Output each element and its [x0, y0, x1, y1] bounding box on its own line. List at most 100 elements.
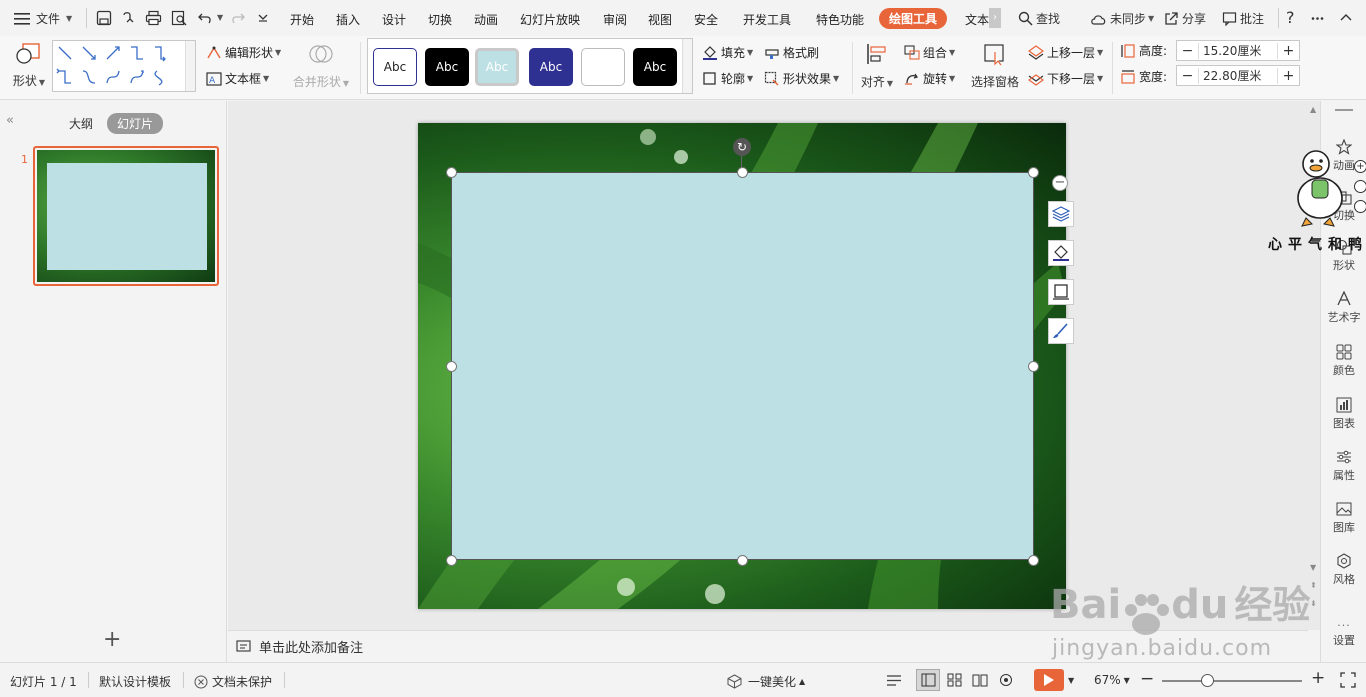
customize-toolbar-icon[interactable] — [258, 13, 268, 23]
rp-wordart[interactable]: 艺术字 — [1321, 291, 1366, 325]
format-brush-button[interactable]: 格式刷 — [764, 44, 819, 61]
fit-window-icon[interactable] — [1340, 672, 1356, 688]
mascot-float-icon[interactable] — [1354, 200, 1366, 213]
gallery-scroll[interactable] — [682, 39, 692, 93]
style-swatch-black[interactable]: Abc — [425, 48, 469, 86]
edit-shape-button[interactable]: 编辑形状 ▼ — [206, 44, 281, 61]
next-page-icon[interactable]: ⇟ — [1310, 599, 1317, 608]
collapse-ribbon-icon[interactable] — [1340, 12, 1352, 24]
width-value[interactable]: 22.80厘米 — [1199, 67, 1277, 84]
format-brush-float-button[interactable] — [1048, 318, 1074, 344]
bring-forward-button[interactable]: 上移一层 ▼ — [1028, 44, 1103, 61]
tab-view[interactable]: 视图 — [648, 11, 672, 28]
plus-icon[interactable]: + — [1277, 42, 1299, 59]
shape-button[interactable]: 形状 ▼ — [12, 42, 46, 89]
print-preview-icon[interactable] — [171, 10, 188, 26]
beautify-button[interactable]: 一键美化 ▲ — [727, 673, 805, 690]
collapse-panel-icon[interactable]: « — [6, 113, 14, 128]
tab-security[interactable]: 安全 — [694, 11, 718, 28]
zoom-out-icon[interactable]: − — [1140, 669, 1154, 689]
outline-button[interactable]: 轮廓 ▼ — [702, 70, 753, 87]
height-stepper[interactable]: − 15.20厘米 + — [1176, 40, 1300, 61]
play-slideshow-button[interactable] — [1034, 669, 1064, 691]
resize-handle-bottom[interactable] — [737, 555, 748, 566]
rp-settings[interactable]: ··· 设置 — [1321, 619, 1366, 648]
share-button[interactable]: 分享 — [1164, 10, 1206, 27]
tab-insert[interactable]: 插入 — [336, 11, 360, 28]
width-stepper[interactable]: − 22.80厘米 + — [1176, 65, 1300, 86]
save-icon[interactable] — [96, 10, 112, 26]
resize-handle-right[interactable] — [1028, 361, 1039, 372]
tab-slideshow[interactable]: 幻灯片放映 — [520, 11, 580, 28]
style-swatch-light-blue-selected[interactable]: Abc — [475, 48, 519, 86]
shape-gallery[interactable] — [52, 40, 196, 92]
protect-status[interactable]: 文档未保护 — [194, 673, 272, 690]
notes-placeholder[interactable]: 单击此处添加备注 — [259, 637, 363, 656]
add-slide-icon[interactable]: + — [103, 629, 121, 651]
tab-text[interactable]: 文本 — [965, 11, 989, 28]
slide-sorter-icon[interactable] — [947, 673, 962, 687]
redo-icon[interactable] — [230, 10, 246, 26]
zoom-slider-thumb[interactable] — [1201, 674, 1214, 687]
slide-thumbnail[interactable] — [33, 146, 219, 286]
tab-slides[interactable]: 幻灯片 — [107, 113, 164, 134]
shape-effect-button[interactable]: 形状效果 ▼ — [764, 70, 839, 87]
rp-gallery[interactable]: 图库 — [1321, 501, 1366, 535]
rp-color[interactable]: 颜色 — [1321, 344, 1366, 378]
textbox-button[interactable]: A 文本框 ▼ — [206, 70, 269, 87]
align-button[interactable]: 对齐 ▼ — [860, 42, 894, 90]
scroll-up-icon[interactable]: ▲ — [1310, 105, 1316, 114]
presenter-view-icon[interactable] — [998, 673, 1014, 687]
resize-handle-bottom-right[interactable] — [1028, 555, 1039, 566]
fill-button[interactable]: 填充 ▼ — [702, 44, 753, 61]
tab-transition[interactable]: 切换 — [428, 11, 452, 28]
sync-button[interactable]: 未同步 ▼ — [1090, 10, 1154, 27]
contrast-float-icon[interactable] — [1354, 180, 1366, 193]
zoom-in-icon[interactable]: + — [1311, 668, 1325, 688]
tab-review[interactable]: 审阅 — [603, 11, 627, 28]
style-swatch-outline-blue[interactable]: Abc — [373, 48, 417, 86]
tab-design[interactable]: 设计 — [382, 11, 406, 28]
fill-float-button[interactable] — [1048, 240, 1074, 266]
shape-style-gallery[interactable]: Abc Abc Abc Abc Abc — [367, 38, 693, 94]
slide-editing-canvas[interactable]: ↻ − — [228, 101, 1308, 630]
resize-handle-top-left[interactable] — [446, 167, 457, 178]
help-icon[interactable]: ? — [1286, 8, 1295, 27]
tab-special-features[interactable]: 特色功能 — [816, 11, 864, 28]
rotate-button[interactable]: 旋转 ▼ — [904, 70, 955, 87]
reading-view-icon[interactable] — [972, 673, 988, 687]
print-icon[interactable] — [145, 10, 162, 26]
minus-icon[interactable]: − — [1177, 67, 1199, 84]
scroll-down-icon[interactable]: ▼ — [1310, 563, 1316, 572]
tab-developer[interactable]: 开发工具 — [743, 11, 791, 28]
align-options-icon[interactable] — [886, 674, 902, 687]
comment-button[interactable]: 批注 — [1222, 10, 1264, 27]
normal-view-button[interactable] — [916, 669, 940, 691]
rotate-handle-icon[interactable]: ↻ — [733, 138, 751, 156]
merge-shape-button[interactable]: 合并形状 ▼ — [292, 42, 350, 90]
send-backward-button[interactable]: 下移一层 ▼ — [1028, 70, 1103, 87]
rp-style[interactable]: 风格 — [1321, 553, 1366, 587]
zoom-level[interactable]: 67% ▼ — [1094, 673, 1130, 687]
file-menu[interactable]: 文件 ▼ — [14, 10, 72, 27]
resize-handle-top[interactable] — [737, 167, 748, 178]
undo-icon[interactable] — [197, 10, 213, 26]
zoom-in-float-icon[interactable]: + — [1354, 160, 1366, 173]
drag-handle-icon[interactable] — [1335, 109, 1353, 111]
tab-home[interactable]: 开始 — [290, 11, 314, 28]
style-swatch-black-2[interactable]: Abc — [633, 48, 677, 86]
style-swatch-white[interactable] — [581, 48, 625, 86]
tab-drawing-tools[interactable]: 绘图工具 — [879, 8, 948, 29]
design-template[interactable]: 默认设计模板 — [99, 673, 171, 690]
outline-float-button[interactable] — [1048, 279, 1074, 305]
selection-pane-button[interactable]: 选择窗格 — [970, 42, 1020, 90]
gallery-scroll[interactable] — [185, 41, 195, 91]
height-value[interactable]: 15.20厘米 — [1199, 42, 1277, 59]
previous-page-icon[interactable]: ⇞ — [1310, 581, 1317, 590]
tab-scroll-right-icon[interactable]: › — [989, 8, 1001, 28]
minus-icon[interactable]: − — [1177, 42, 1199, 59]
layers-float-button[interactable] — [1048, 201, 1074, 227]
slide[interactable] — [418, 123, 1066, 609]
rp-chart[interactable]: 图表 — [1321, 397, 1366, 431]
export-icon[interactable] — [121, 10, 137, 26]
